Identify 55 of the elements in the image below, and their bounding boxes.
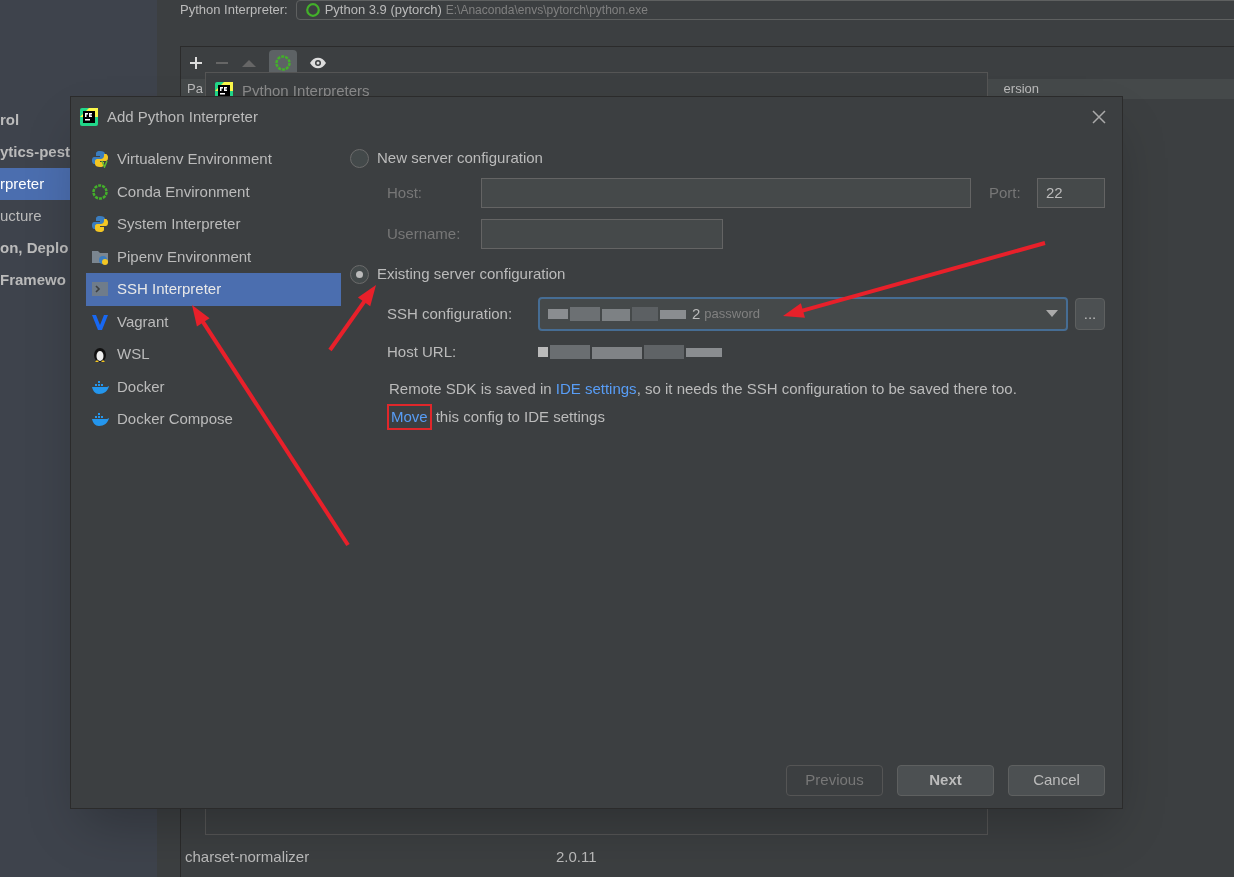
- interpreter-name: Python 3.9 (pytorch): [324, 1, 442, 20]
- radio-label: New server configuration: [377, 147, 543, 168]
- python-icon: [91, 215, 109, 234]
- interpreter-type-item[interactable]: Vagrant: [86, 305, 341, 338]
- dialog-button[interactable]: Cancel: [1008, 765, 1105, 796]
- ring-icon: [304, 2, 321, 18]
- vagrant-logo-icon: [91, 312, 109, 331]
- eye-icon[interactable]: [309, 57, 327, 69]
- column-header: ersion: [1003, 80, 1039, 99]
- radio-button[interactable]: [350, 148, 369, 168]
- field-label: Host URL:: [387, 341, 458, 362]
- dialog-button[interactable]: Next: [897, 765, 994, 796]
- plus-icon[interactable]: [189, 56, 203, 70]
- interpreter-type-item[interactable]: WSL: [86, 338, 341, 371]
- radio-label: Existing server configuration: [377, 263, 566, 284]
- whale-icon: [91, 410, 109, 429]
- ssh-host: 2: [692, 303, 701, 324]
- interpreter-type-item[interactable]: Pipenv Environment: [86, 240, 341, 273]
- dialog-title: Python Interpreters: [242, 80, 370, 101]
- field-label: Username:: [387, 223, 462, 244]
- interpreter-type-item[interactable]: Docker: [86, 370, 341, 403]
- username-field[interactable]: [481, 219, 723, 249]
- info-text: this config to IDE settings: [435, 406, 605, 427]
- host-field[interactable]: [481, 178, 971, 208]
- auth-hint: password: [704, 305, 760, 324]
- interpreter-type-item[interactable]: Virtualenv Environment: [86, 143, 341, 176]
- terminal-icon: [91, 280, 109, 299]
- info-text: Remote SDK is saved in IDE settings, so it needs the SSH configuration to be saved there too.: [389, 378, 1017, 399]
- ide-settings-link[interactable]: IDE settings: [555, 379, 637, 397]
- interpreter-type-item[interactable]: Docker Compose: [86, 403, 341, 436]
- port-field[interactable]: 22: [1037, 178, 1105, 208]
- interpreter-type-item[interactable]: SSH Interpreter: [86, 273, 341, 306]
- browse-button[interactable]: ...: [1075, 298, 1105, 330]
- close-icon[interactable]: [1092, 110, 1106, 124]
- radio-button[interactable]: [350, 264, 369, 284]
- python-v-icon: [91, 150, 109, 169]
- field-label: Host:: [387, 182, 423, 203]
- interpreter-path: E:\Anaconda\envs\pytorch\python.exe: [445, 2, 648, 19]
- dropdown-caret-icon: [1046, 310, 1058, 318]
- field-label: Python Interpreter:: [180, 1, 288, 20]
- field-label: SSH configuration:: [387, 303, 514, 324]
- penguin-icon: [91, 345, 109, 364]
- table-cell-text: charset-normalizer: [185, 846, 311, 867]
- column-header: Pa: [187, 80, 203, 99]
- dialog-title: Add Python Interpreter: [107, 106, 258, 127]
- interpreter-type-item[interactable]: System Interpreter: [86, 208, 341, 241]
- ssh-configuration-dropdown[interactable]: 2 password: [538, 297, 1068, 331]
- interpreter-dropdown[interactable]: Python 3.9 (pytorch) E:\Anaconda\envs\pytorch\python.exe: [295, 0, 1234, 20]
- move-link[interactable]: Move: [387, 403, 432, 431]
- pycharm-logo-icon: [79, 107, 99, 127]
- table-cell-text: 2.0.11: [556, 846, 597, 867]
- ring-icon: [274, 54, 292, 72]
- interpreter-type-item[interactable]: Conda Environment: [86, 175, 341, 208]
- ring-icon: [91, 182, 109, 201]
- field-label: Port:: [989, 182, 1022, 203]
